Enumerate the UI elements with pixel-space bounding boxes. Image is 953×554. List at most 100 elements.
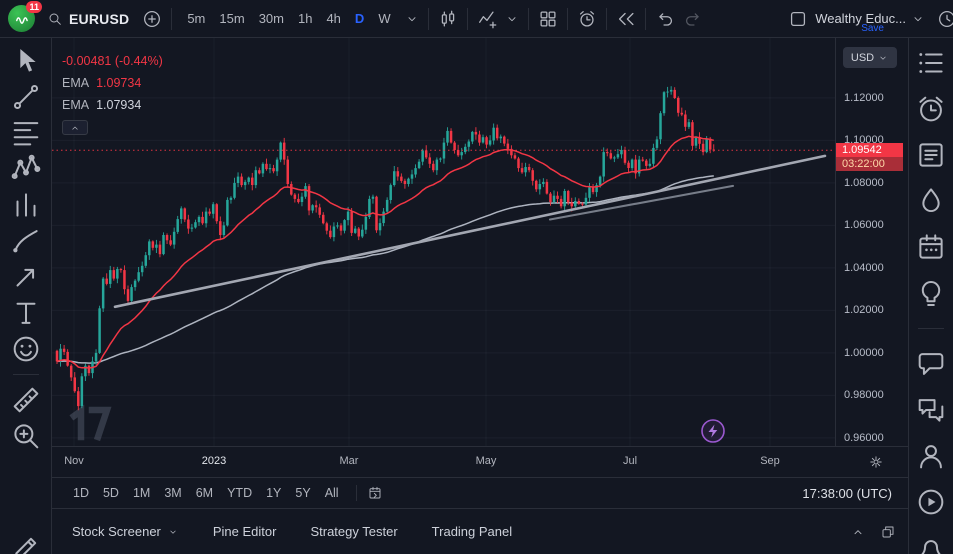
- top-toolbar: 11 EURUSD 5m15m30m1h4hDW Wealthy Educ...…: [0, 0, 953, 38]
- toolbar-divider: [428, 8, 429, 30]
- interval-1h[interactable]: 1h: [291, 8, 319, 29]
- range-6m[interactable]: 6M: [189, 484, 220, 502]
- interval-w[interactable]: W: [371, 8, 397, 29]
- search-icon: [47, 11, 63, 27]
- save-layout-icon[interactable]: [787, 8, 809, 30]
- toolbar-divider: [918, 328, 944, 329]
- fib-retracement-icon[interactable]: [9, 122, 43, 144]
- hotlists-icon[interactable]: [914, 190, 948, 212]
- legend-collapse-button[interactable]: [62, 120, 88, 135]
- redo-icon[interactable]: [682, 8, 704, 30]
- layout-name-menu[interactable]: Wealthy Educ... Save: [815, 0, 930, 38]
- panel-maximize-icon[interactable]: [880, 524, 896, 540]
- interval-4h[interactable]: 4h: [319, 8, 347, 29]
- broker-logo[interactable]: 11: [8, 5, 35, 32]
- range-5d[interactable]: 5D: [96, 484, 126, 502]
- screener-chevron-icon: [167, 526, 179, 538]
- chart-area[interactable]: -0.00481 (-0.44%) EMA 1.09734 EMA 1.0793…: [52, 38, 835, 446]
- notification-count-badge: 11: [26, 1, 42, 13]
- go-to-date-icon[interactable]: [367, 485, 383, 501]
- range-all[interactable]: All: [318, 484, 346, 502]
- forecast-icon[interactable]: [9, 194, 43, 216]
- arrow-marker-icon[interactable]: [9, 266, 43, 288]
- chart-settings-icon[interactable]: [868, 454, 884, 470]
- compare-add-icon[interactable]: [141, 8, 163, 30]
- range-3m[interactable]: 3M: [157, 484, 188, 502]
- symbol-change: -0.00481 (-0.44%): [62, 54, 163, 68]
- chart-canvas[interactable]: [52, 38, 835, 446]
- trend-line-icon[interactable]: [9, 86, 43, 108]
- collapse-chevron-icon: [69, 122, 81, 134]
- currency-toggle[interactable]: USD: [843, 47, 897, 68]
- ruler-icon[interactable]: [9, 389, 43, 411]
- toolbar-divider: [528, 8, 529, 30]
- ema-legend-1[interactable]: EMA 1.09734: [62, 76, 163, 90]
- tab-pine-editor[interactable]: Pine Editor: [213, 524, 277, 539]
- panel-expand-icon[interactable]: [850, 524, 866, 540]
- tab-strategy-tester[interactable]: Strategy Tester: [310, 524, 397, 539]
- cropped-clock-icon[interactable]: [936, 8, 953, 30]
- calendar-icon[interactable]: [914, 236, 948, 258]
- interval-d[interactable]: D: [348, 8, 371, 29]
- alerts-icon[interactable]: [914, 98, 948, 120]
- range-1y[interactable]: 1Y: [259, 484, 288, 502]
- time-label: May: [476, 455, 497, 467]
- chart-style-icon[interactable]: [437, 8, 459, 30]
- range-1d[interactable]: 1D: [66, 484, 96, 502]
- undo-icon[interactable]: [654, 8, 676, 30]
- cursor-icon[interactable]: [9, 50, 43, 72]
- price-label: 1.02000: [844, 304, 884, 316]
- interval-30m[interactable]: 30m: [252, 8, 291, 29]
- bar-countdown: 03:22:00: [836, 157, 903, 171]
- toolbar-divider: [606, 8, 607, 30]
- price-label: 1.04000: [844, 262, 884, 274]
- tab-stock-screener[interactable]: Stock Screener: [72, 524, 179, 539]
- interval-5m[interactable]: 5m: [180, 8, 212, 29]
- text-icon[interactable]: [9, 302, 43, 324]
- currency-chevron-icon: [877, 52, 889, 64]
- support-icon[interactable]: [914, 445, 948, 467]
- time-label: Nov: [64, 455, 84, 467]
- price-label: 0.98000: [844, 389, 884, 401]
- clock[interactable]: 17:38:00 (UTC): [802, 486, 892, 501]
- bottom-panel: Stock Screener Pine Editor Strategy Test…: [52, 508, 908, 554]
- edit-icon[interactable]: [9, 537, 43, 554]
- save-link[interactable]: Save: [861, 23, 884, 34]
- alert-icon[interactable]: [576, 8, 598, 30]
- watchlist-icon[interactable]: [914, 52, 948, 74]
- time-label: Jul: [623, 455, 637, 467]
- toolbar-divider: [645, 8, 646, 30]
- brush-icon[interactable]: [9, 230, 43, 252]
- symbol-name: EURUSD: [69, 11, 129, 27]
- messages-icon[interactable]: [914, 399, 948, 421]
- price-label: 1.00000: [844, 347, 884, 359]
- range-ytd[interactable]: YTD: [220, 484, 259, 502]
- tab-trading-panel[interactable]: Trading Panel: [432, 524, 512, 539]
- range-5y[interactable]: 5Y: [288, 484, 317, 502]
- emoji-icon[interactable]: [9, 338, 43, 360]
- streams-icon[interactable]: [914, 491, 948, 513]
- notifications-icon[interactable]: [914, 537, 948, 554]
- toolbar-divider: [356, 485, 357, 501]
- chats-icon[interactable]: [914, 353, 948, 375]
- symbol-search-button[interactable]: EURUSD: [41, 8, 135, 30]
- price-axis[interactable]: USD 1.120001.100001.080001.060001.040001…: [835, 38, 908, 446]
- indicators-icon[interactable]: [476, 8, 498, 30]
- time-label: Sep: [760, 455, 780, 467]
- price-label: 1.08000: [844, 177, 884, 189]
- main-area: -0.00481 (-0.44%) EMA 1.09734 EMA 1.0793…: [0, 38, 953, 554]
- bar-replay-icon[interactable]: [615, 8, 637, 30]
- xabcd-pattern-icon[interactable]: [9, 158, 43, 180]
- toolbar-divider: [171, 8, 172, 30]
- layout-grid-icon[interactable]: [537, 8, 559, 30]
- interval-15m[interactable]: 15m: [212, 8, 251, 29]
- ideas-icon[interactable]: [914, 282, 948, 304]
- ema-legend-2[interactable]: EMA 1.07934: [62, 98, 163, 112]
- time-label: 2023: [202, 455, 226, 467]
- zoom-in-icon[interactable]: [9, 425, 43, 447]
- indicators-chevron-icon[interactable]: [504, 11, 520, 27]
- time-axis[interactable]: Nov2023MarMayJulSep: [52, 446, 908, 477]
- range-1m[interactable]: 1M: [126, 484, 157, 502]
- order-panel-icon[interactable]: [914, 144, 948, 166]
- interval-chevron-icon[interactable]: [404, 11, 420, 27]
